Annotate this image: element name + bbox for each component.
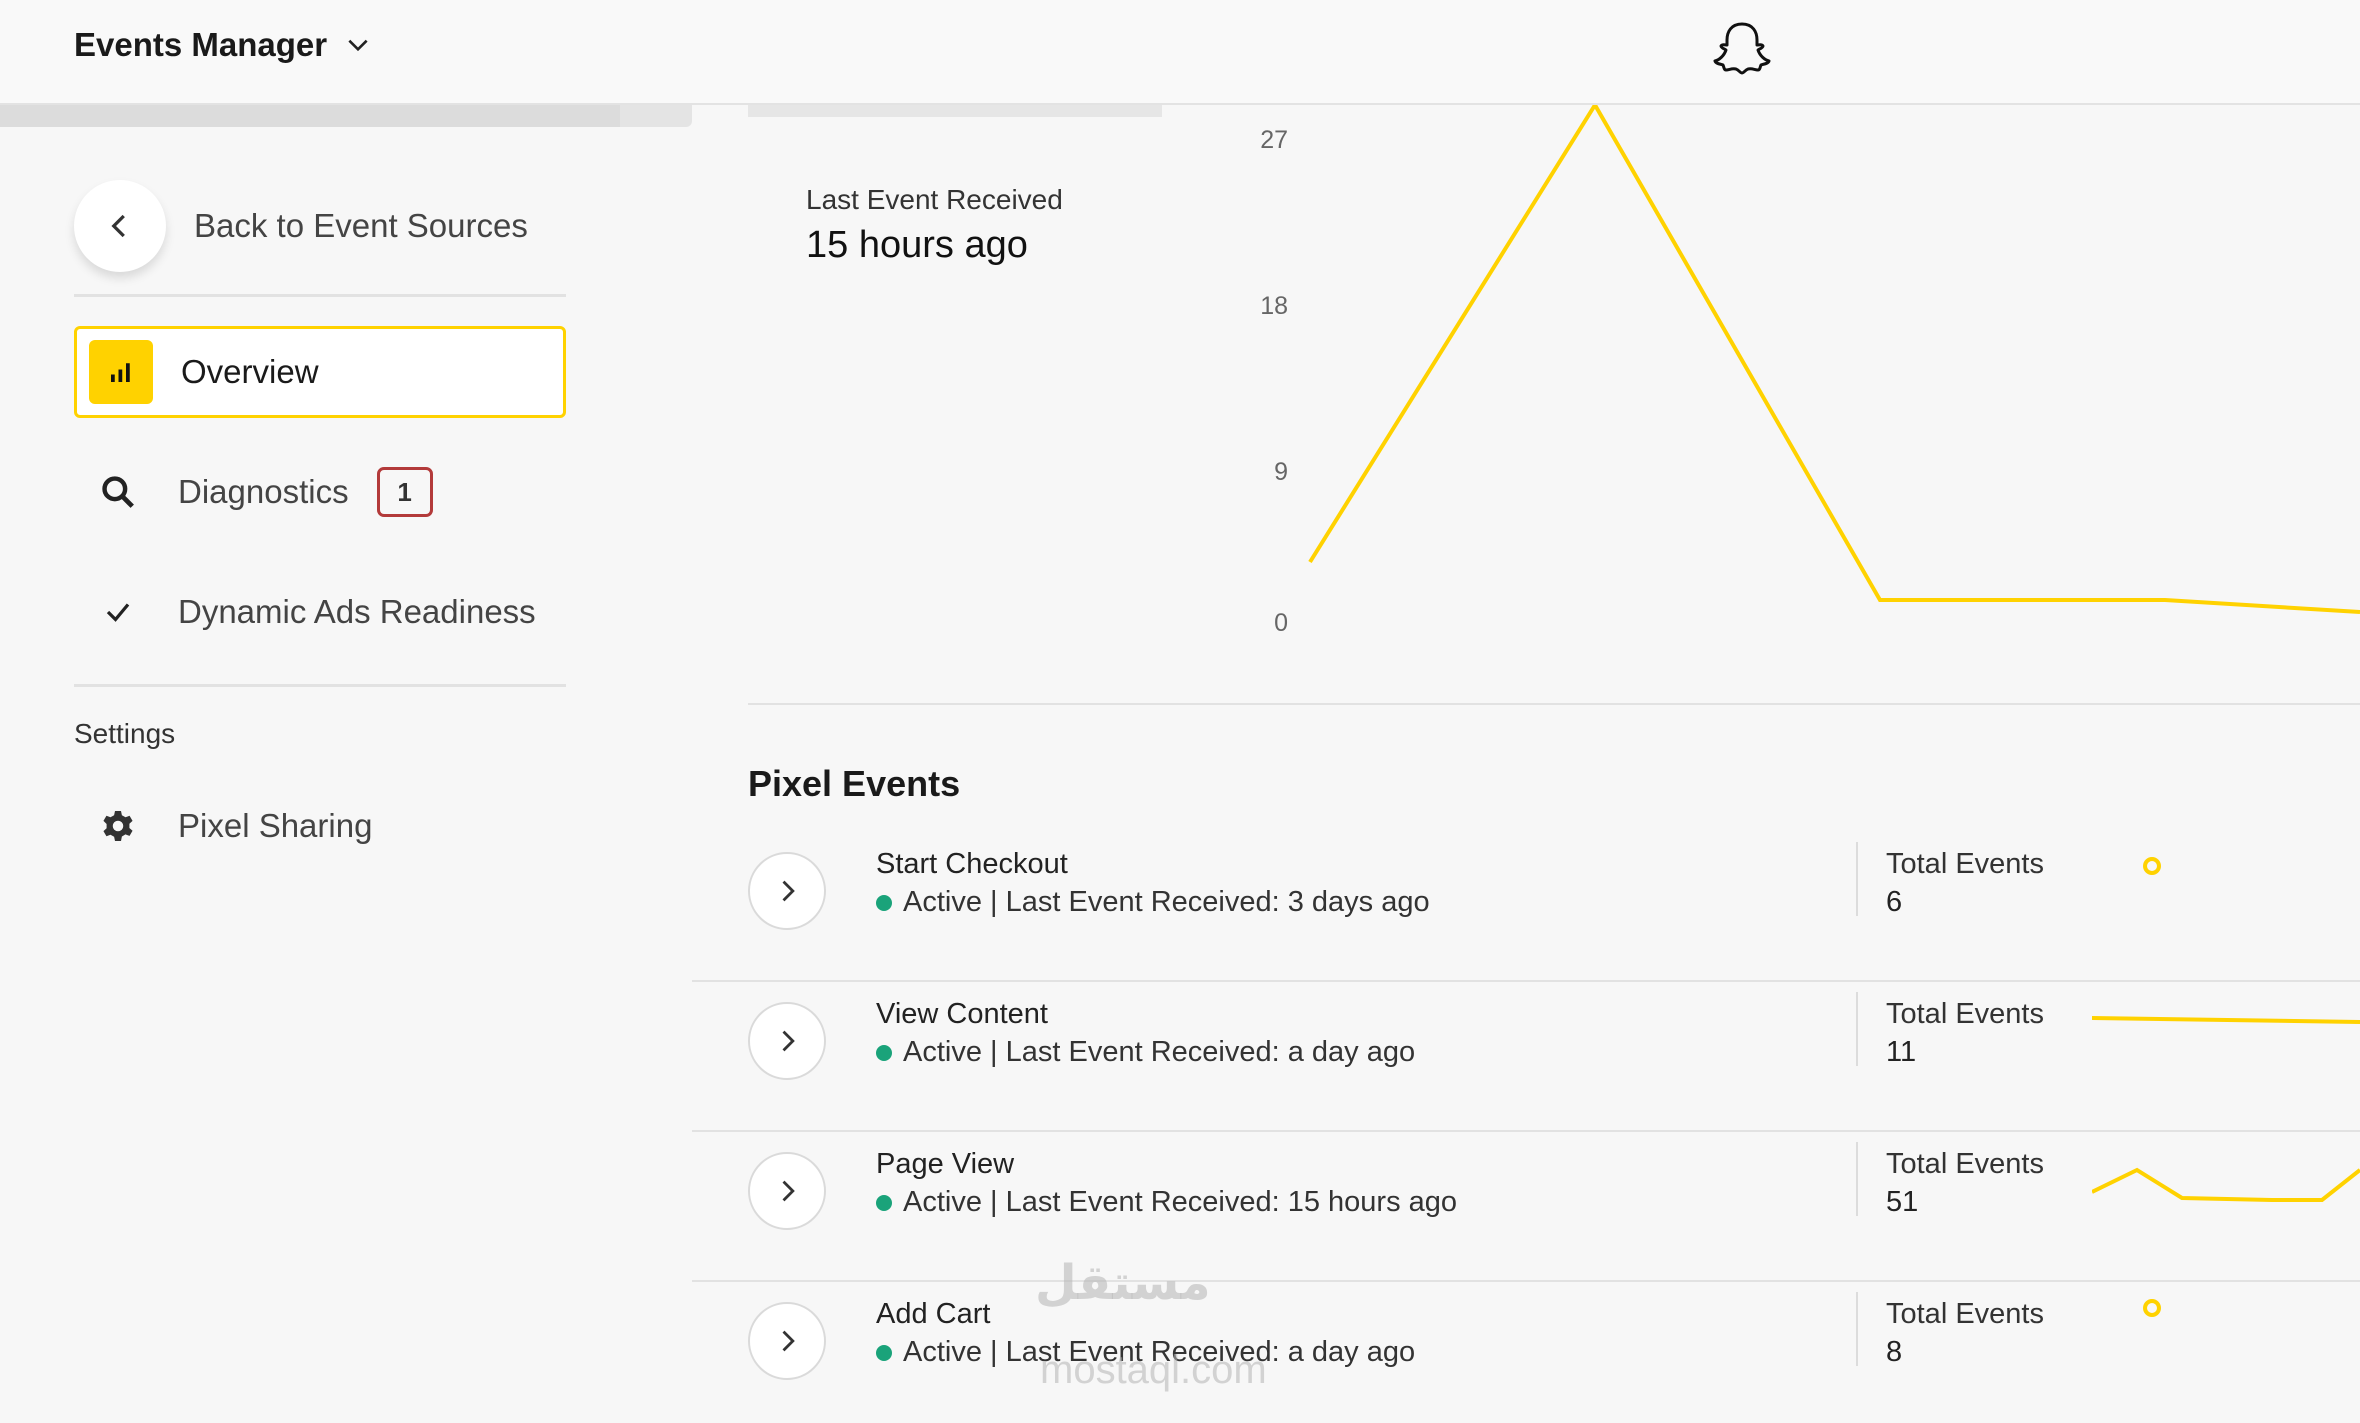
pixel-events-title: Pixel Events [748,763,961,804]
gear-icon [86,794,150,858]
last-event-summary: Last Event Received 15 hours ago [806,184,1063,267]
app-title: Events Manager [74,26,328,63]
list-item: Add Cart Active | Last Event Received: a… [692,1282,2360,1423]
sidebar-divider [74,684,566,687]
watermark-latin: mostaql.com [1040,1348,1267,1392]
total-events-value: 6 [1886,886,1903,918]
event-status-text: Active | Last Event Received: 15 hours a… [903,1186,1458,1218]
last-event-label: Last Event Received [806,184,1063,215]
event-status-text: Active | Last Event Received: 3 days ago [903,886,1430,918]
y-tick-label: 18 [1260,292,1288,320]
column-divider [1856,1292,1858,1366]
expand-button[interactable] [748,852,826,930]
total-events-value: 51 [1886,1186,1919,1218]
chart-divider [748,703,2360,705]
top-bar: Events Manager [0,0,2360,105]
total-events-label: Total Events [1886,998,2044,1030]
sidebar-item-pixel-sharing[interactable]: Pixel Sharing [74,780,566,872]
back-label: Back to Event Sources [194,207,528,244]
expand-button[interactable] [748,1002,826,1080]
chevron-down-icon [348,39,368,52]
sidebar: Back to Event Sources Overview Diagnosti… [0,128,692,1423]
y-tick-label: 9 [1274,458,1288,486]
sparkline [2143,857,2161,875]
column-divider [1856,842,1858,916]
list-item: Page View Active | Last Event Received: … [692,1132,2360,1282]
settings-heading: Settings [74,718,176,749]
event-name: Add Cart [876,1298,991,1330]
sidebar-item-diagnostics[interactable]: Diagnostics 1 [74,446,566,538]
sidebar-divider [74,294,566,297]
sidebar-item-label: Diagnostics [178,473,349,510]
column-divider [1856,1142,1858,1216]
event-name: Page View [876,1148,1015,1180]
sidebar-item-dynamic-ads-readiness[interactable]: Dynamic Ads Readiness [74,566,566,658]
sidebar-item-label: Pixel Sharing [178,807,373,844]
sidebar-item-label: Overview [181,353,319,390]
sparkline [2143,1299,2161,1317]
event-status: Active | Last Event Received: 15 hours a… [876,1186,1457,1219]
events-line-chart: 27 18 9 0 [1260,105,2360,637]
expand-button[interactable] [748,1152,826,1230]
total-events-label: Total Events [1886,1298,2044,1330]
bar-chart-icon [89,340,153,404]
active-status-dot [876,1194,892,1211]
active-status-dot [876,1344,892,1361]
search-icon [86,460,150,524]
list-item: View Content Active | Last Event Receive… [692,982,2360,1132]
y-tick-label: 27 [1260,126,1288,154]
diagnostics-count-badge: 1 [376,467,433,517]
chevron-left-icon [111,214,125,238]
total-events-label: Total Events [1886,848,2044,880]
sidebar-item-overview[interactable]: Overview [74,326,566,418]
expand-button[interactable] [748,1302,826,1380]
chevron-right-icon [782,1330,795,1352]
active-status-dot [876,894,892,911]
snapchat-ghost-icon [1713,22,1771,75]
chevron-right-icon [782,1030,795,1052]
event-status: Active | Last Event Received: 3 days ago [876,886,1430,919]
chevron-right-icon [782,880,795,902]
app-switcher[interactable]: Events Manager [74,26,371,64]
sidebar-item-label: Dynamic Ads Readiness [178,593,536,630]
chevron-right-icon [782,1180,795,1202]
check-icon [86,580,150,644]
back-button[interactable] [74,180,166,272]
series-line [1308,105,2360,614]
list-item: Start Checkout Active | Last Event Recei… [692,832,2360,982]
last-event-value: 15 hours ago [806,224,1028,266]
sidebar-top-strip-inner [0,105,620,127]
total-events-label: Total Events [1886,1148,2044,1180]
event-name: View Content [876,998,1048,1030]
sparkline [2092,1016,2360,1024]
event-status-text: Active | Last Event Received: a day ago [903,1036,1416,1068]
active-status-dot [876,1044,892,1061]
event-status: Active | Last Event Received: a day ago [876,1036,1415,1069]
y-tick-label: 0 [1274,609,1288,637]
event-name: Start Checkout [876,848,1068,880]
back-to-event-sources-link[interactable]: Back to Event Sources [74,180,528,272]
total-events-value: 8 [1886,1336,1903,1368]
sparkline [2092,1167,2360,1202]
watermark-arabic: مستقل [1035,1257,1211,1310]
total-events-value: 11 [1886,1036,1917,1068]
main-top-strip [748,105,1162,117]
column-divider [1856,992,1858,1066]
